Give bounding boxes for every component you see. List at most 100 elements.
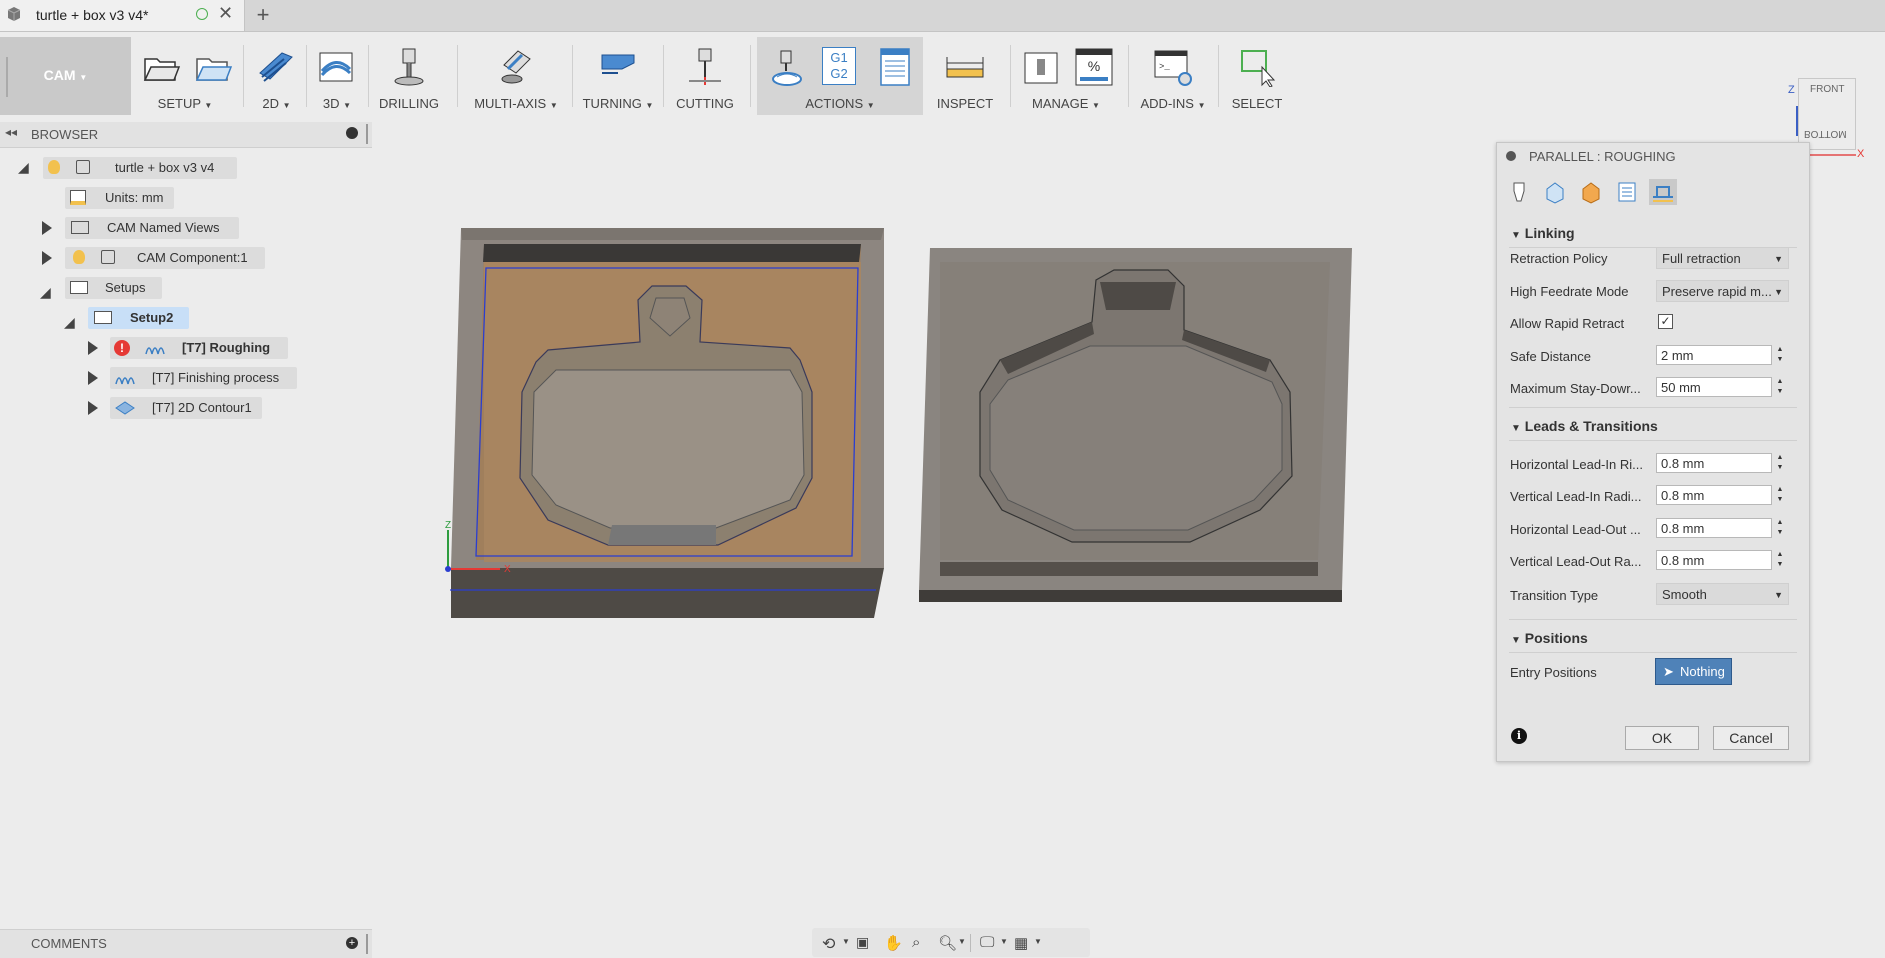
2d-group[interactable]: 2D ▼ bbox=[250, 37, 303, 115]
tree-node-finishing[interactable]: [T7] Finishing process bbox=[110, 367, 297, 389]
tree-node-cam-component[interactable]: CAM Component:1 bbox=[65, 247, 265, 269]
cutting-group[interactable]: CUTTING bbox=[670, 37, 740, 115]
actions-group[interactable]: G1 G2 ACTIONS ▼ bbox=[757, 37, 923, 115]
section-collapse-icon[interactable]: ▼ bbox=[1511, 635, 1521, 646]
fit-zoom-icon[interactable]: 🔍︎ bbox=[938, 934, 957, 952]
vertical-lead-in-spinner[interactable]: ▲ ▼ bbox=[1775, 485, 1785, 505]
grid-icon[interactable]: ▦ bbox=[1014, 934, 1032, 952]
allow-rapid-retract-checkbox[interactable]: ✓ bbox=[1658, 314, 1673, 329]
pan-hand-icon[interactable]: ✋ bbox=[884, 934, 903, 952]
error-icon[interactable]: ! bbox=[114, 340, 130, 356]
max-stay-down-input[interactable]: 50 mm bbox=[1656, 377, 1772, 397]
document-tab[interactable]: turtle + box v3 v4* ✕ bbox=[0, 0, 245, 31]
dropdown-arrow-icon: ▼ bbox=[1774, 254, 1783, 264]
section-collapse-icon[interactable]: ▼ bbox=[1511, 230, 1521, 241]
zoom-icon[interactable]: ⌕ bbox=[912, 934, 930, 952]
horizontal-lead-out-input[interactable]: 0.8 mm bbox=[1656, 518, 1772, 538]
max-stay-down-spinner[interactable]: ▲ ▼ bbox=[1775, 377, 1785, 397]
safe-distance-spinner[interactable]: ▲ ▼ bbox=[1775, 345, 1785, 365]
3d-group[interactable]: 3D ▼ bbox=[312, 37, 362, 115]
turning-group[interactable]: TURNING ▼ bbox=[578, 37, 658, 115]
tree-node-label: Setups bbox=[105, 280, 146, 295]
tree-node-setups[interactable]: Setups bbox=[65, 277, 162, 299]
transition-type-select[interactable]: Smooth ▼ bbox=[1656, 583, 1789, 605]
add-ins-group[interactable]: >_ ADD-INS ▼ bbox=[1135, 37, 1211, 115]
setup-group[interactable]: SETUP ▼ bbox=[135, 37, 235, 115]
horizontal-lead-in-input[interactable]: 0.8 mm bbox=[1656, 453, 1772, 473]
cube-axis-z-label: Z bbox=[1788, 84, 1795, 96]
new-tab-button[interactable]: + bbox=[250, 1, 276, 29]
pin-handle[interactable] bbox=[366, 934, 368, 954]
workspace-label: CAM bbox=[43, 67, 76, 83]
tab-heights[interactable] bbox=[1577, 179, 1605, 205]
safe-distance-input[interactable]: 2 mm bbox=[1656, 345, 1772, 365]
expanded-triangle-icon[interactable]: ◢ bbox=[64, 314, 75, 331]
collapse-dialog-icon[interactable] bbox=[1506, 151, 1516, 161]
visibility-bulb-icon[interactable] bbox=[48, 160, 60, 174]
look-at-icon[interactable]: ▣ bbox=[856, 934, 874, 952]
units-icon bbox=[70, 190, 86, 205]
collapsed-triangle-icon[interactable] bbox=[42, 221, 52, 235]
chevron-down-icon[interactable]: ▼ bbox=[1000, 937, 1008, 946]
chevron-down-icon: ▼ bbox=[1197, 101, 1206, 110]
tab-geometry[interactable] bbox=[1541, 179, 1569, 205]
stock-model-left[interactable] bbox=[450, 228, 884, 618]
tree-node-label: [T7] Roughing bbox=[182, 340, 271, 355]
inspect-label: INSPECT bbox=[936, 96, 994, 111]
tab-tool[interactable] bbox=[1505, 179, 1533, 205]
stock-model-right[interactable] bbox=[919, 248, 1352, 602]
tab-linking[interactable] bbox=[1649, 179, 1677, 205]
tab-passes[interactable] bbox=[1613, 179, 1641, 205]
drilling-group[interactable]: DRILLING bbox=[374, 37, 444, 115]
retraction-policy-select[interactable]: Full retraction ▼ bbox=[1656, 247, 1789, 269]
horizontal-lead-in-spinner[interactable]: ▲ ▼ bbox=[1775, 453, 1785, 473]
collapsed-triangle-icon[interactable] bbox=[42, 251, 52, 265]
triad-x-label: X bbox=[504, 564, 511, 575]
tree-node-roughing[interactable]: ! [T7] Roughing bbox=[110, 337, 288, 359]
chevron-down-icon[interactable]: ▼ bbox=[958, 937, 966, 946]
section-collapse-icon[interactable]: ▼ bbox=[1511, 423, 1521, 434]
info-icon[interactable]: i bbox=[1511, 728, 1527, 744]
entry-positions-selector[interactable]: ➤ Nothing bbox=[1655, 658, 1732, 685]
svg-text:%: % bbox=[1088, 58, 1100, 74]
tree-node-units[interactable]: Units: mm bbox=[65, 187, 174, 209]
divider bbox=[1509, 619, 1797, 620]
collapsed-triangle-icon[interactable] bbox=[88, 371, 98, 385]
multi-axis-group[interactable]: MULTI-AXIS ▼ bbox=[466, 37, 566, 115]
inspect-group[interactable]: INSPECT bbox=[930, 37, 1000, 115]
high-feedrate-mode-select[interactable]: Preserve rapid m... ▼ bbox=[1656, 280, 1789, 302]
tool-library-icon bbox=[1024, 52, 1058, 84]
divider bbox=[1509, 440, 1797, 441]
chevron-down-icon: ▼ bbox=[866, 101, 875, 110]
tree-node-named-views[interactable]: CAM Named Views bbox=[65, 217, 239, 239]
vertical-lead-out-spinner[interactable]: ▲ ▼ bbox=[1775, 550, 1785, 570]
retraction-policy-label: Retraction Policy bbox=[1510, 251, 1608, 266]
manage-group[interactable]: % MANAGE ▼ bbox=[1016, 37, 1116, 115]
pin-handle[interactable] bbox=[366, 124, 368, 144]
expanded-triangle-icon[interactable]: ◢ bbox=[18, 159, 29, 176]
chevron-down-icon[interactable]: ▼ bbox=[1034, 937, 1042, 946]
workspace-switcher[interactable]: CAM ▼ bbox=[0, 37, 131, 115]
select-group[interactable]: SELECT bbox=[1224, 37, 1290, 115]
add-comment-icon[interactable]: + bbox=[346, 937, 358, 949]
collapse-browser-icon[interactable]: ◂◂ bbox=[5, 125, 17, 139]
ok-button[interactable]: OK bbox=[1625, 726, 1699, 750]
expanded-triangle-icon[interactable]: ◢ bbox=[40, 284, 51, 301]
tree-node-contour[interactable]: [T7] 2D Contour1 bbox=[110, 397, 262, 419]
document-title: turtle + box v3 v4* bbox=[36, 7, 149, 23]
close-tab-icon[interactable]: ✕ bbox=[218, 3, 233, 24]
orbit-icon[interactable]: ⟲ bbox=[822, 934, 840, 953]
display-settings-icon[interactable]: 🖵 bbox=[980, 934, 998, 952]
tree-node-setup2[interactable]: Setup2 bbox=[88, 307, 189, 329]
toolbar-separator bbox=[1218, 45, 1219, 107]
browser-options-icon[interactable] bbox=[346, 127, 358, 139]
tree-node-root[interactable]: turtle + box v3 v4 bbox=[43, 157, 237, 179]
collapsed-triangle-icon[interactable] bbox=[88, 401, 98, 415]
horizontal-lead-out-spinner[interactable]: ▲ ▼ bbox=[1775, 518, 1785, 538]
vertical-lead-out-input[interactable]: 0.8 mm bbox=[1656, 550, 1772, 570]
cancel-button[interactable]: Cancel bbox=[1713, 726, 1789, 750]
chevron-down-icon[interactable]: ▼ bbox=[842, 937, 850, 946]
visibility-bulb-icon[interactable] bbox=[73, 250, 85, 264]
vertical-lead-in-input[interactable]: 0.8 mm bbox=[1656, 485, 1772, 505]
collapsed-triangle-icon[interactable] bbox=[88, 341, 98, 355]
